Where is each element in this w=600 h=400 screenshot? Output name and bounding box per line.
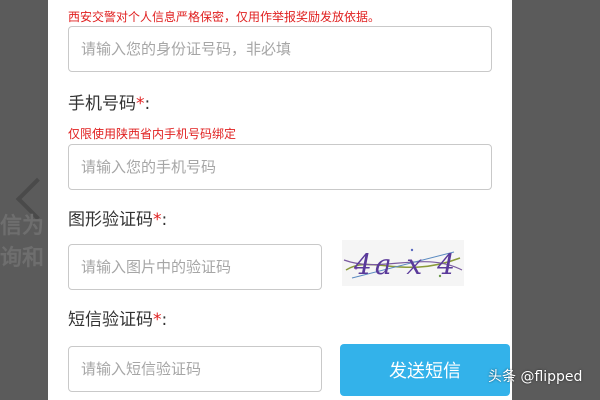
captcha-graphic: 4a x 4 <box>342 240 464 286</box>
phone-label-text: 手机号码 <box>68 94 136 114</box>
label-colon: : <box>161 310 168 330</box>
captcha-label: 图形验证码*: <box>68 210 167 230</box>
report-form-dialog: 西安交警对个人信息严格保密，仅用作举报奖励发放依据。 手机号码*: 仅限使用陕西… <box>48 0 512 400</box>
sms-label-text: 短信验证码 <box>68 310 153 330</box>
sms-code-input[interactable] <box>68 346 322 392</box>
send-sms-button[interactable]: 发送短信 <box>340 344 510 396</box>
phone-input[interactable] <box>68 144 492 190</box>
sms-label: 短信验证码*: <box>68 310 167 330</box>
label-colon: : <box>161 210 168 230</box>
captcha-image[interactable]: 4a x 4 <box>342 240 464 286</box>
id-number-input[interactable] <box>68 26 492 72</box>
captcha-text: 4a x 4 <box>353 248 458 281</box>
required-mark: * <box>136 94 145 114</box>
background-text-line1: 信为 <box>0 214 45 239</box>
background-text-line2: 询和 <box>0 246 45 271</box>
captcha-input[interactable] <box>68 244 322 290</box>
captcha-label-text: 图形验证码 <box>68 210 153 230</box>
required-mark: * <box>153 310 162 330</box>
phone-label: 手机号码*: <box>68 94 150 114</box>
required-mark: * <box>153 210 162 230</box>
phone-note: 仅限使用陕西省内手机号码绑定 <box>68 127 237 141</box>
watermark: 头条 @flipped <box>488 369 583 385</box>
privacy-note: 西安交警对个人信息严格保密，仅用作举报奖励发放依据。 <box>68 10 381 24</box>
label-colon: : <box>144 94 151 114</box>
